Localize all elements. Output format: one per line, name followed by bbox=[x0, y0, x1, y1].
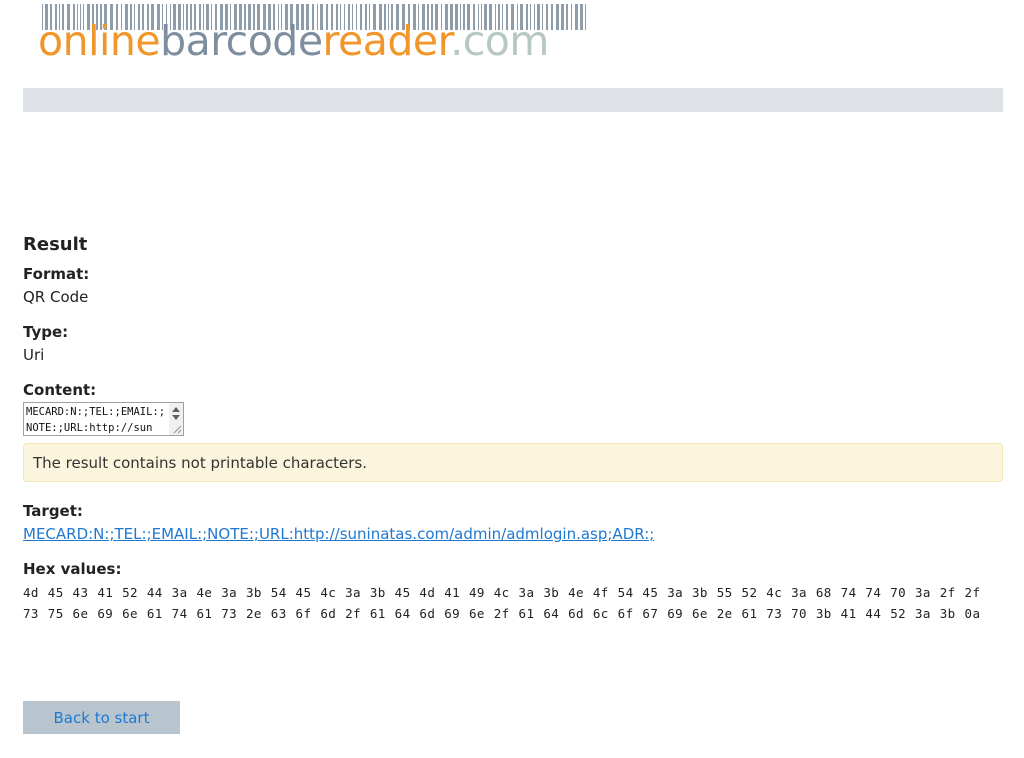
back-to-start-button[interactable]: Back to start bbox=[23, 701, 180, 734]
hex-values: 4d 45 43 41 52 44 3a 4e 3a 3b 54 45 4c 3… bbox=[23, 585, 981, 621]
navigation-bar bbox=[23, 88, 1003, 112]
logo-part-online: online bbox=[38, 17, 161, 65]
logo-part-reader: reader bbox=[322, 17, 451, 65]
logo-part-barcode: barcode bbox=[160, 17, 323, 65]
scroll-up-icon[interactable] bbox=[172, 407, 180, 412]
target-label: Target: bbox=[23, 502, 83, 520]
site-logo[interactable]: onlinebarcodereader.com bbox=[38, 4, 588, 64]
result-heading: Result bbox=[23, 234, 88, 255]
logo-part-com: .com bbox=[450, 17, 549, 65]
resize-grip-icon[interactable] bbox=[172, 424, 182, 434]
type-value: Uri bbox=[23, 346, 45, 364]
non-printable-alert: The result contains not printable charac… bbox=[23, 443, 1003, 482]
scroll-down-icon[interactable] bbox=[172, 415, 180, 420]
type-label: Type: bbox=[23, 323, 69, 341]
alert-text: The result contains not printable charac… bbox=[33, 454, 367, 472]
content-label: Content: bbox=[23, 381, 97, 399]
format-label: Format: bbox=[23, 265, 90, 283]
logo-wordmark: onlinebarcodereader.com bbox=[38, 18, 549, 64]
format-value: QR Code bbox=[23, 288, 89, 306]
content-text: MECARD:N:;TEL:;EMAIL:;NOTE:;URL:http://s… bbox=[26, 406, 166, 434]
hex-label: Hex values: bbox=[23, 560, 122, 578]
content-textarea[interactable]: MECARD:N:;TEL:;EMAIL:;NOTE:;URL:http://s… bbox=[23, 402, 184, 436]
target-link[interactable]: MECARD:N:;TEL:;EMAIL:;NOTE:;URL:http://s… bbox=[23, 525, 654, 543]
